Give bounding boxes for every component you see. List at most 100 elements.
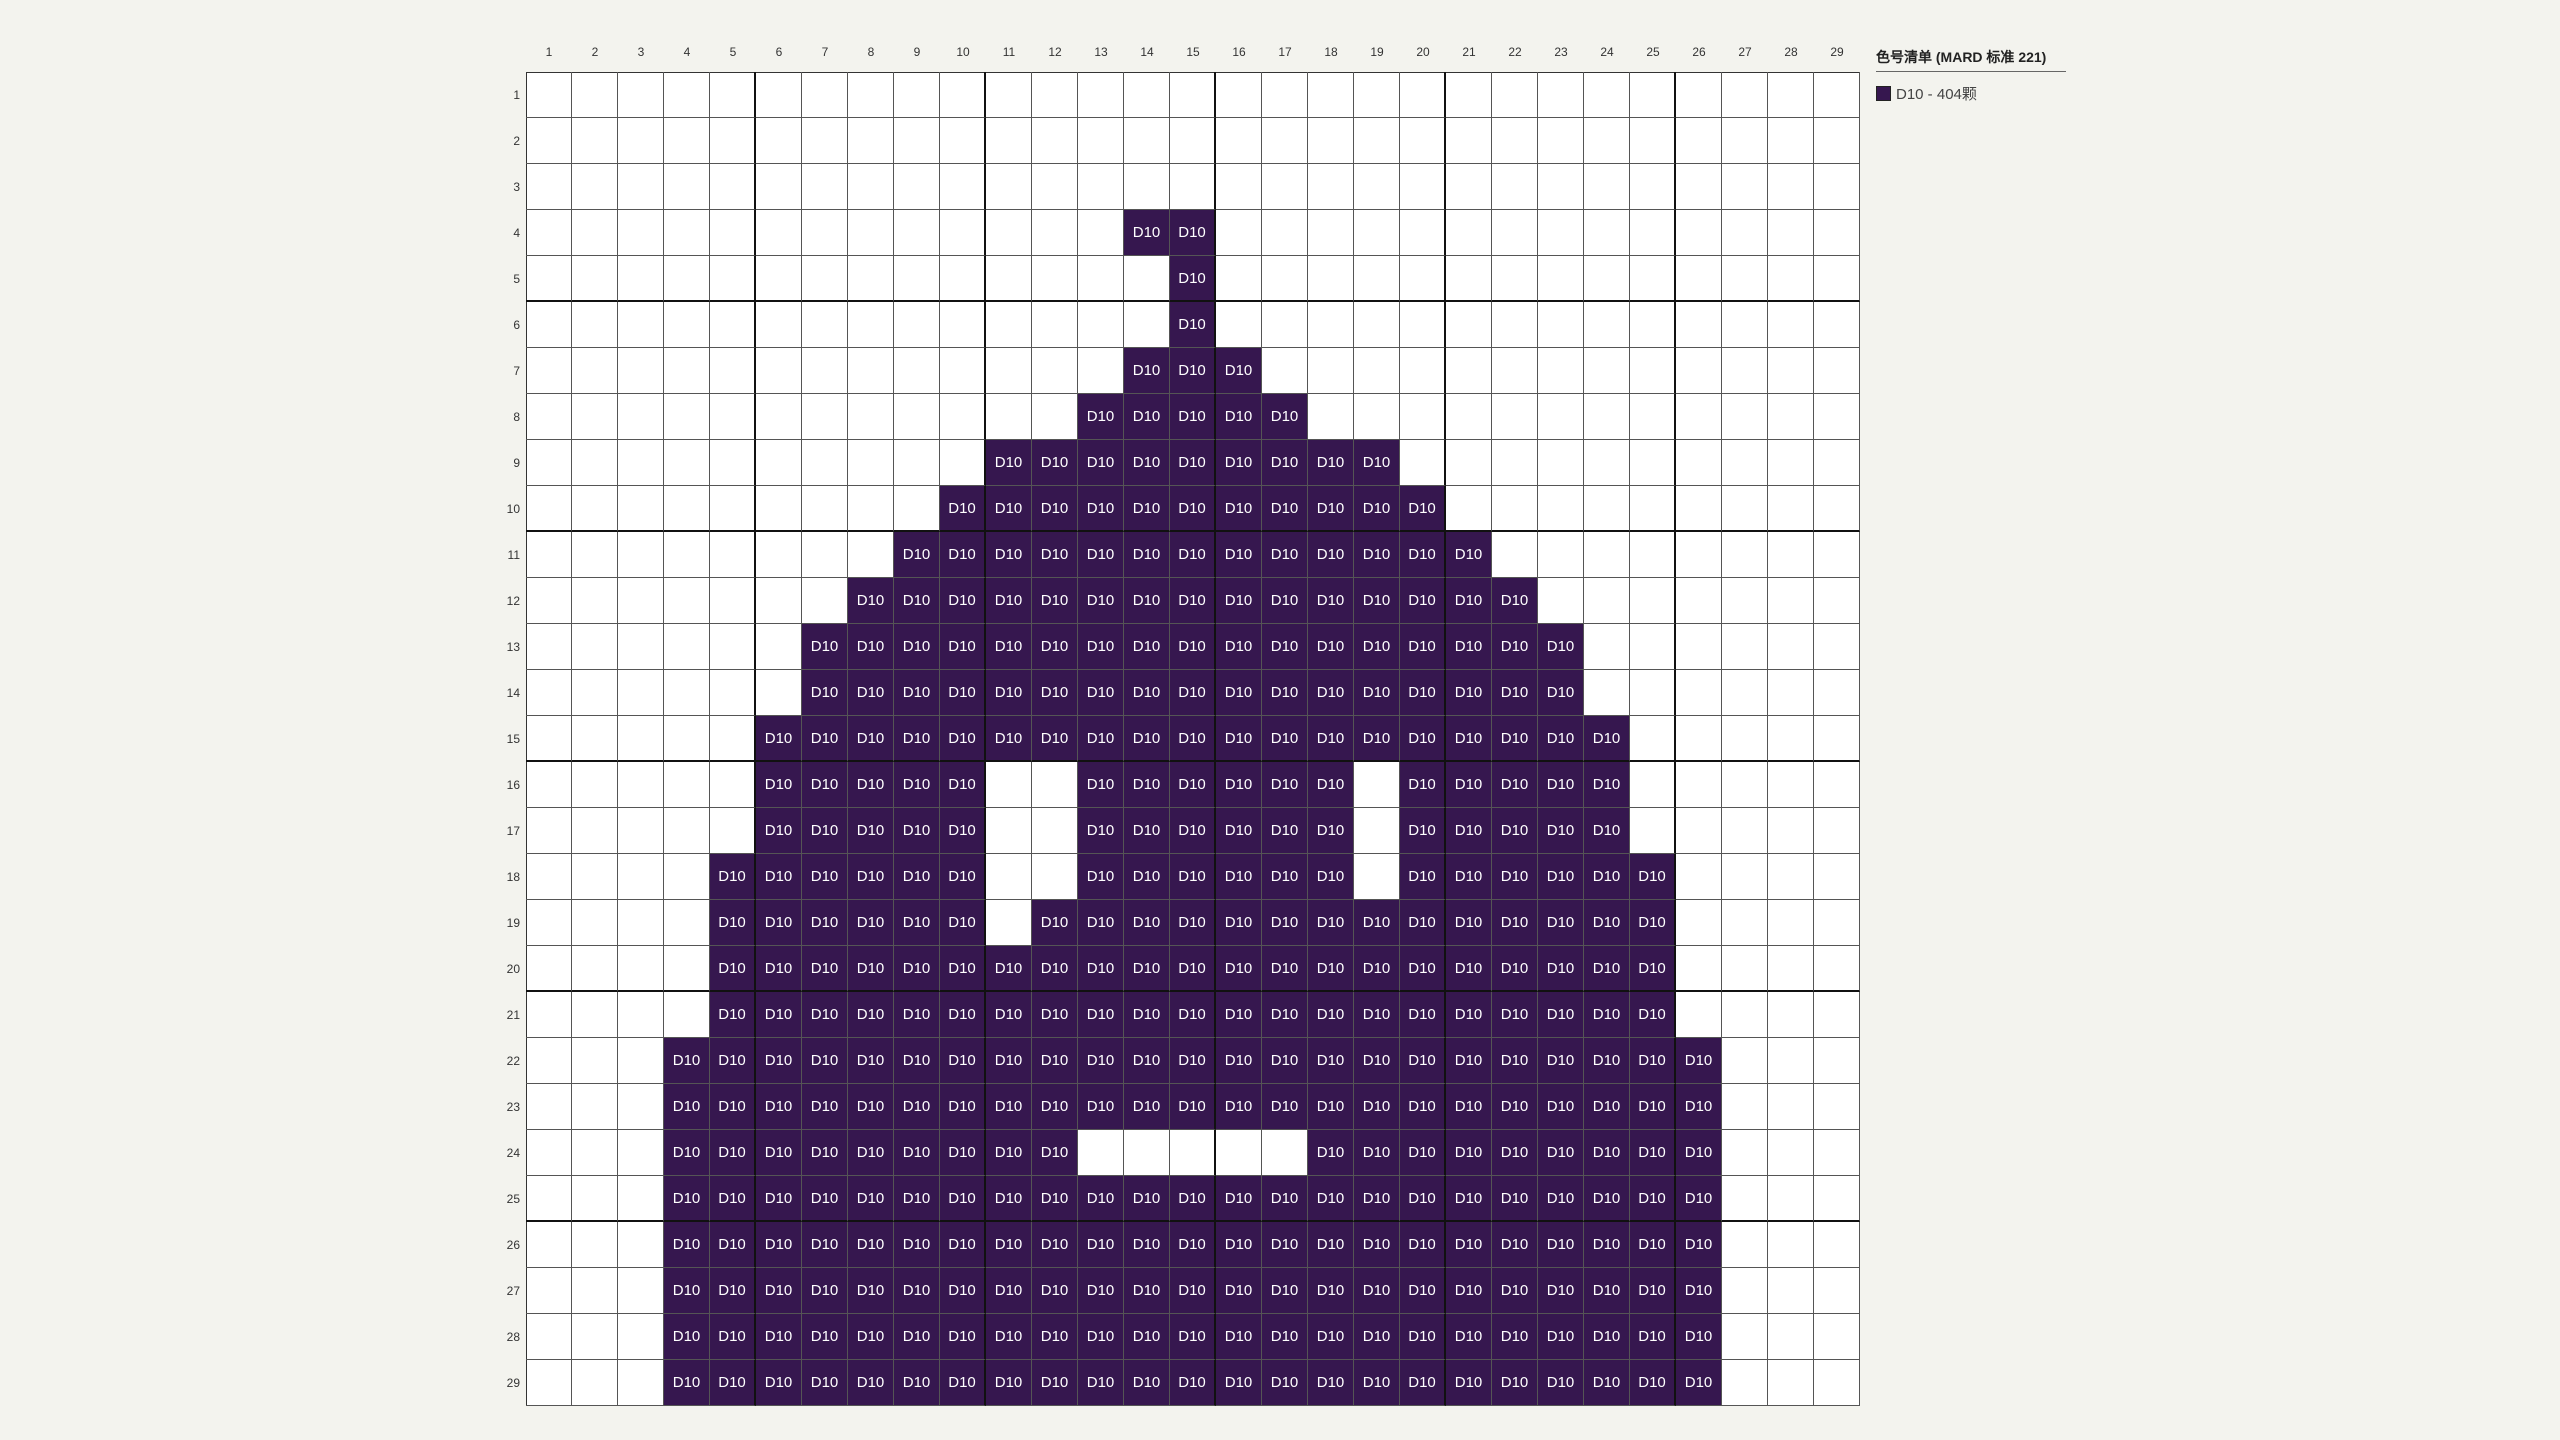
bead-cell[interactable]	[1768, 302, 1814, 348]
bead-cell[interactable]	[572, 486, 618, 532]
bead-cell[interactable]: D10	[1676, 1360, 1722, 1406]
bead-cell[interactable]	[1584, 302, 1630, 348]
bead-cell[interactable]	[618, 440, 664, 486]
bead-cell[interactable]: D10	[1216, 486, 1262, 532]
bead-cell[interactable]	[986, 118, 1032, 164]
bead-cell[interactable]	[664, 578, 710, 624]
bead-cell[interactable]: D10	[802, 624, 848, 670]
bead-cell[interactable]: D10	[1354, 1268, 1400, 1314]
bead-cell[interactable]	[1354, 854, 1400, 900]
bead-cell[interactable]	[1722, 1268, 1768, 1314]
bead-cell[interactable]: D10	[848, 900, 894, 946]
bead-cell[interactable]	[802, 118, 848, 164]
bead-cell[interactable]	[526, 532, 572, 578]
bead-cell[interactable]: D10	[1262, 578, 1308, 624]
bead-cell[interactable]: D10	[940, 1360, 986, 1406]
bead-cell[interactable]	[802, 394, 848, 440]
bead-cell[interactable]	[1308, 210, 1354, 256]
bead-cell[interactable]	[526, 1038, 572, 1084]
bead-cell[interactable]: D10	[940, 532, 986, 578]
bead-cell[interactable]	[1124, 1130, 1170, 1176]
bead-cell[interactable]	[710, 486, 756, 532]
bead-cell[interactable]: D10	[1124, 578, 1170, 624]
bead-cell[interactable]: D10	[1630, 900, 1676, 946]
bead-cell[interactable]	[1400, 256, 1446, 302]
bead-cell[interactable]	[894, 440, 940, 486]
bead-cell[interactable]	[526, 1268, 572, 1314]
bead-cell[interactable]: D10	[1170, 1084, 1216, 1130]
bead-cell[interactable]: D10	[1400, 1084, 1446, 1130]
bead-cell[interactable]: D10	[1492, 578, 1538, 624]
bead-cell[interactable]	[572, 624, 618, 670]
bead-cell[interactable]: D10	[1308, 532, 1354, 578]
bead-cell[interactable]: D10	[894, 532, 940, 578]
bead-cell[interactable]	[526, 440, 572, 486]
bead-cell[interactable]	[1768, 394, 1814, 440]
bead-cell[interactable]	[710, 762, 756, 808]
bead-cell[interactable]	[1446, 348, 1492, 394]
bead-cell[interactable]: D10	[1262, 440, 1308, 486]
bead-cell[interactable]: D10	[848, 992, 894, 1038]
bead-cell[interactable]	[710, 578, 756, 624]
bead-cell[interactable]: D10	[1354, 1130, 1400, 1176]
bead-cell[interactable]: D10	[1308, 670, 1354, 716]
bead-cell[interactable]: D10	[1262, 992, 1308, 1038]
bead-cell[interactable]	[1584, 440, 1630, 486]
bead-cell[interactable]: D10	[1584, 1038, 1630, 1084]
bead-cell[interactable]	[1538, 118, 1584, 164]
bead-cell[interactable]: D10	[894, 1268, 940, 1314]
bead-cell[interactable]	[986, 394, 1032, 440]
bead-cell[interactable]	[1768, 1084, 1814, 1130]
bead-cell[interactable]: D10	[1032, 1084, 1078, 1130]
bead-cell[interactable]	[1814, 670, 1860, 716]
bead-cell[interactable]	[618, 1268, 664, 1314]
bead-cell[interactable]	[1538, 256, 1584, 302]
bead-cell[interactable]	[756, 348, 802, 394]
bead-cell[interactable]	[1262, 164, 1308, 210]
bead-cell[interactable]	[1630, 256, 1676, 302]
bead-cell[interactable]	[1722, 992, 1768, 1038]
bead-cell[interactable]	[1078, 210, 1124, 256]
bead-cell[interactable]: D10	[1676, 1314, 1722, 1360]
bead-cell[interactable]: D10	[1630, 1314, 1676, 1360]
bead-cell[interactable]	[1814, 578, 1860, 624]
bead-cell[interactable]: D10	[756, 1038, 802, 1084]
bead-cell[interactable]: D10	[1262, 486, 1308, 532]
bead-cell[interactable]: D10	[1308, 992, 1354, 1038]
bead-cell[interactable]	[1768, 118, 1814, 164]
bead-cell[interactable]	[1814, 1314, 1860, 1360]
bead-cell[interactable]: D10	[1262, 854, 1308, 900]
bead-cell[interactable]	[1032, 348, 1078, 394]
bead-cell[interactable]: D10	[894, 992, 940, 1038]
bead-cell[interactable]	[1354, 118, 1400, 164]
bead-cell[interactable]	[1124, 256, 1170, 302]
bead-cell[interactable]: D10	[802, 1176, 848, 1222]
bead-cell[interactable]: D10	[1630, 1176, 1676, 1222]
bead-cell[interactable]	[1768, 532, 1814, 578]
bead-cell[interactable]	[572, 1130, 618, 1176]
bead-cell[interactable]	[664, 900, 710, 946]
bead-cell[interactable]	[1308, 256, 1354, 302]
bead-cell[interactable]: D10	[1078, 900, 1124, 946]
bead-cell[interactable]: D10	[1446, 1314, 1492, 1360]
bead-cell[interactable]: D10	[848, 762, 894, 808]
bead-cell[interactable]	[710, 624, 756, 670]
bead-cell[interactable]: D10	[710, 1038, 756, 1084]
bead-cell[interactable]	[1354, 256, 1400, 302]
bead-cell[interactable]	[848, 302, 894, 348]
bead-cell[interactable]	[1722, 854, 1768, 900]
bead-cell[interactable]	[618, 118, 664, 164]
bead-cell[interactable]: D10	[986, 946, 1032, 992]
bead-cell[interactable]: D10	[848, 1084, 894, 1130]
bead-cell[interactable]	[1768, 72, 1814, 118]
bead-cell[interactable]: D10	[1538, 1130, 1584, 1176]
bead-cell[interactable]	[526, 1176, 572, 1222]
bead-cell[interactable]: D10	[848, 946, 894, 992]
bead-cell[interactable]	[1630, 808, 1676, 854]
bead-cell[interactable]	[986, 854, 1032, 900]
bead-cell[interactable]	[848, 118, 894, 164]
bead-cell[interactable]	[756, 72, 802, 118]
bead-cell[interactable]: D10	[710, 992, 756, 1038]
bead-cell[interactable]: D10	[1354, 1360, 1400, 1406]
bead-cell[interactable]	[1308, 348, 1354, 394]
